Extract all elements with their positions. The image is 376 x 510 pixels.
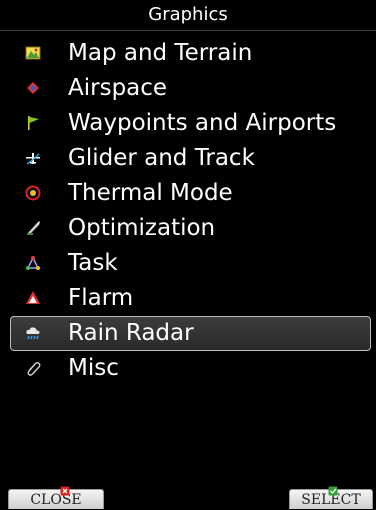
thermal-icon <box>25 185 41 201</box>
menu-item-rain-radar[interactable]: Rain Radar <box>10 316 371 351</box>
glider-icon <box>26 153 40 165</box>
menu-item-map-and-terrain[interactable]: Map and Terrain <box>10 36 371 71</box>
menu-item-label: Rain Radar <box>68 320 194 346</box>
close-button-label: CLOSE <box>30 492 82 508</box>
map-terrain-icon <box>25 46 41 60</box>
check-icon <box>328 486 338 496</box>
close-button[interactable]: CLOSE <box>8 486 104 509</box>
menu-item-label: Airspace <box>68 75 168 101</box>
paperclip-icon <box>27 362 41 376</box>
optimization-icon <box>27 221 40 235</box>
airspace-icon <box>27 82 39 94</box>
close-x-icon <box>60 486 70 496</box>
menu-item-label: Thermal Mode <box>68 180 233 206</box>
menu-item-task[interactable]: Task <box>10 246 371 281</box>
menu-item-label: Waypoints and Airports <box>68 110 337 136</box>
page-title: Graphics <box>0 0 376 31</box>
menu-item-glider-and-track[interactable]: Glider and Track <box>10 141 371 176</box>
menu-item-label: Misc <box>68 355 119 381</box>
menu-item-misc[interactable]: Misc <box>10 351 371 386</box>
waypoint-flag-icon <box>28 116 39 130</box>
menu-item-label: Optimization <box>68 215 216 241</box>
menu-item-label: Task <box>68 250 118 276</box>
menu-item-label: Glider and Track <box>68 145 255 171</box>
rain-cloud-icon <box>26 327 40 340</box>
menu-item-label: Map and Terrain <box>68 40 253 66</box>
menu-item-airspace[interactable]: Airspace <box>10 71 371 106</box>
task-icon <box>26 256 40 270</box>
menu-item-optimization[interactable]: Optimization <box>10 211 371 246</box>
graphics-menu: Map and Terrain Airspace Waypoints and A… <box>0 36 376 386</box>
select-button[interactable]: SELECT <box>289 486 373 509</box>
flarm-icon <box>26 291 40 304</box>
graphics-dialog: Graphics Map and Terrain Airspace Waypoi… <box>0 0 376 509</box>
menu-item-label: Flarm <box>68 285 134 311</box>
menu-item-flarm[interactable]: Flarm <box>10 281 371 316</box>
menu-item-thermal-mode[interactable]: Thermal Mode <box>10 176 371 211</box>
menu-item-waypoints-and-airports[interactable]: Waypoints and Airports <box>10 106 371 141</box>
